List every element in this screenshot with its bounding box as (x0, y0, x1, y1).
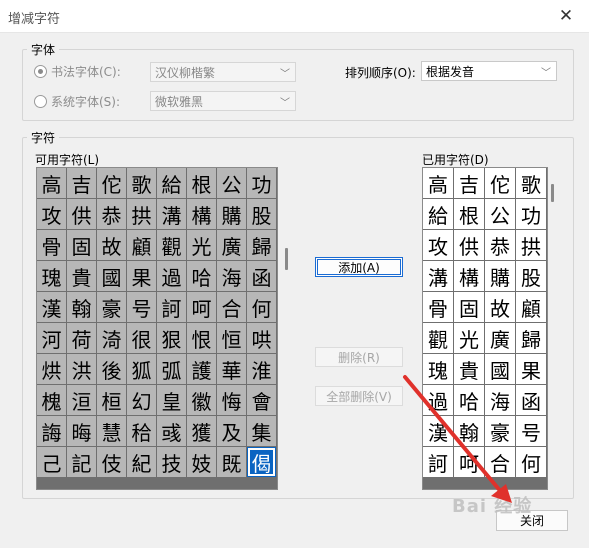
annotation-arrow (403, 375, 512, 503)
